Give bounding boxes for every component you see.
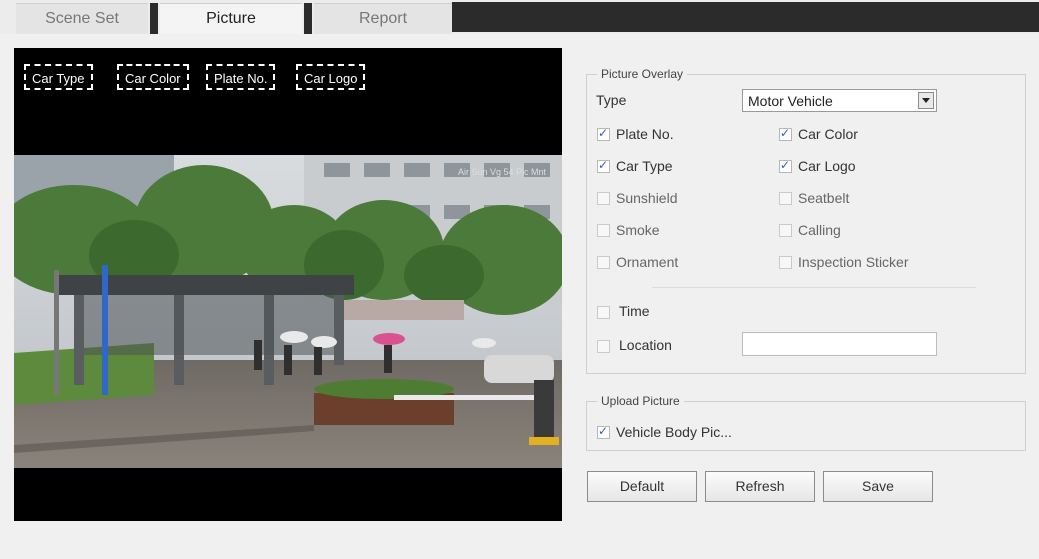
checkbox-car-logo-label: Car Logo (798, 158, 856, 174)
upload-picture-legend: Upload Picture (597, 393, 684, 409)
checkbox-seatbelt-label: Seatbelt (798, 190, 850, 206)
checkbox-calling-label: Calling (798, 222, 841, 238)
refresh-button[interactable]: Refresh (705, 471, 815, 502)
checkbox-time-label: Time (619, 303, 650, 319)
checkbox-vehicle-body-pic[interactable] (597, 424, 610, 439)
video-preview: Car Type Car Color Plate No. Car Logo Ai… (14, 48, 562, 521)
camera-scene-image: Air Sun Vg 54 Pic Mnt (14, 155, 562, 468)
checkbox-location-label: Location (619, 337, 672, 353)
save-button[interactable]: Save (823, 471, 933, 502)
tab-scene-set[interactable]: Scene Set (16, 3, 148, 34)
picture-overlay-legend: Picture Overlay (597, 66, 688, 82)
checkbox-car-logo[interactable] (779, 158, 792, 173)
type-label: Type (596, 92, 627, 108)
checkbox-plate-no-label: Plate No. (616, 126, 674, 142)
tab-separator (150, 3, 158, 34)
overlay-tag-car-type[interactable]: Car Type (24, 64, 93, 90)
tab-bar-filler (452, 2, 1039, 32)
tab-picture[interactable]: Picture (160, 3, 302, 34)
default-button[interactable]: Default (587, 471, 697, 502)
checkbox-plate-no[interactable] (597, 126, 610, 141)
checkbox-time[interactable] (597, 306, 610, 319)
checkbox-inspection-sticker-label: Inspection Sticker (798, 254, 909, 270)
checkbox-vehicle-body-pic-label: Vehicle Body Pic... (616, 424, 732, 440)
type-select-value: Motor Vehicle (748, 93, 833, 109)
checkbox-seatbelt[interactable] (779, 192, 792, 205)
checkbox-car-color[interactable] (779, 126, 792, 141)
checkbox-ornament-label: Ornament (616, 254, 679, 270)
tab-separator (304, 3, 312, 34)
tab-report[interactable]: Report (314, 3, 452, 34)
overlay-tag-car-logo[interactable]: Car Logo (296, 64, 366, 90)
type-select[interactable]: Motor Vehicle (742, 89, 937, 112)
checkbox-smoke[interactable] (597, 224, 610, 237)
checkbox-calling[interactable] (779, 224, 792, 237)
camera-scene (14, 155, 562, 468)
checkbox-car-color-label: Car Color (798, 126, 858, 142)
overlay-tag-car-color[interactable]: Car Color (117, 64, 189, 90)
checkbox-sunshield-label: Sunshield (616, 190, 678, 206)
checkbox-car-type-label: Car Type (616, 158, 673, 174)
overlay-tag-plate-no[interactable]: Plate No. (206, 64, 276, 90)
checkbox-location[interactable] (597, 340, 610, 353)
location-input[interactable] (742, 332, 937, 356)
video-timestamp: Air Sun Vg 54 Pic Mnt (457, 167, 546, 177)
overlay-divider (652, 287, 976, 288)
tab-bar: Scene Set Picture Report (0, 0, 1039, 34)
checkbox-car-type[interactable] (597, 158, 610, 173)
chevron-down-icon[interactable] (918, 92, 934, 109)
checkbox-inspection-sticker[interactable] (779, 256, 792, 269)
checkbox-ornament[interactable] (597, 256, 610, 269)
checkbox-sunshield[interactable] (597, 192, 610, 205)
checkbox-smoke-label: Smoke (616, 222, 660, 238)
